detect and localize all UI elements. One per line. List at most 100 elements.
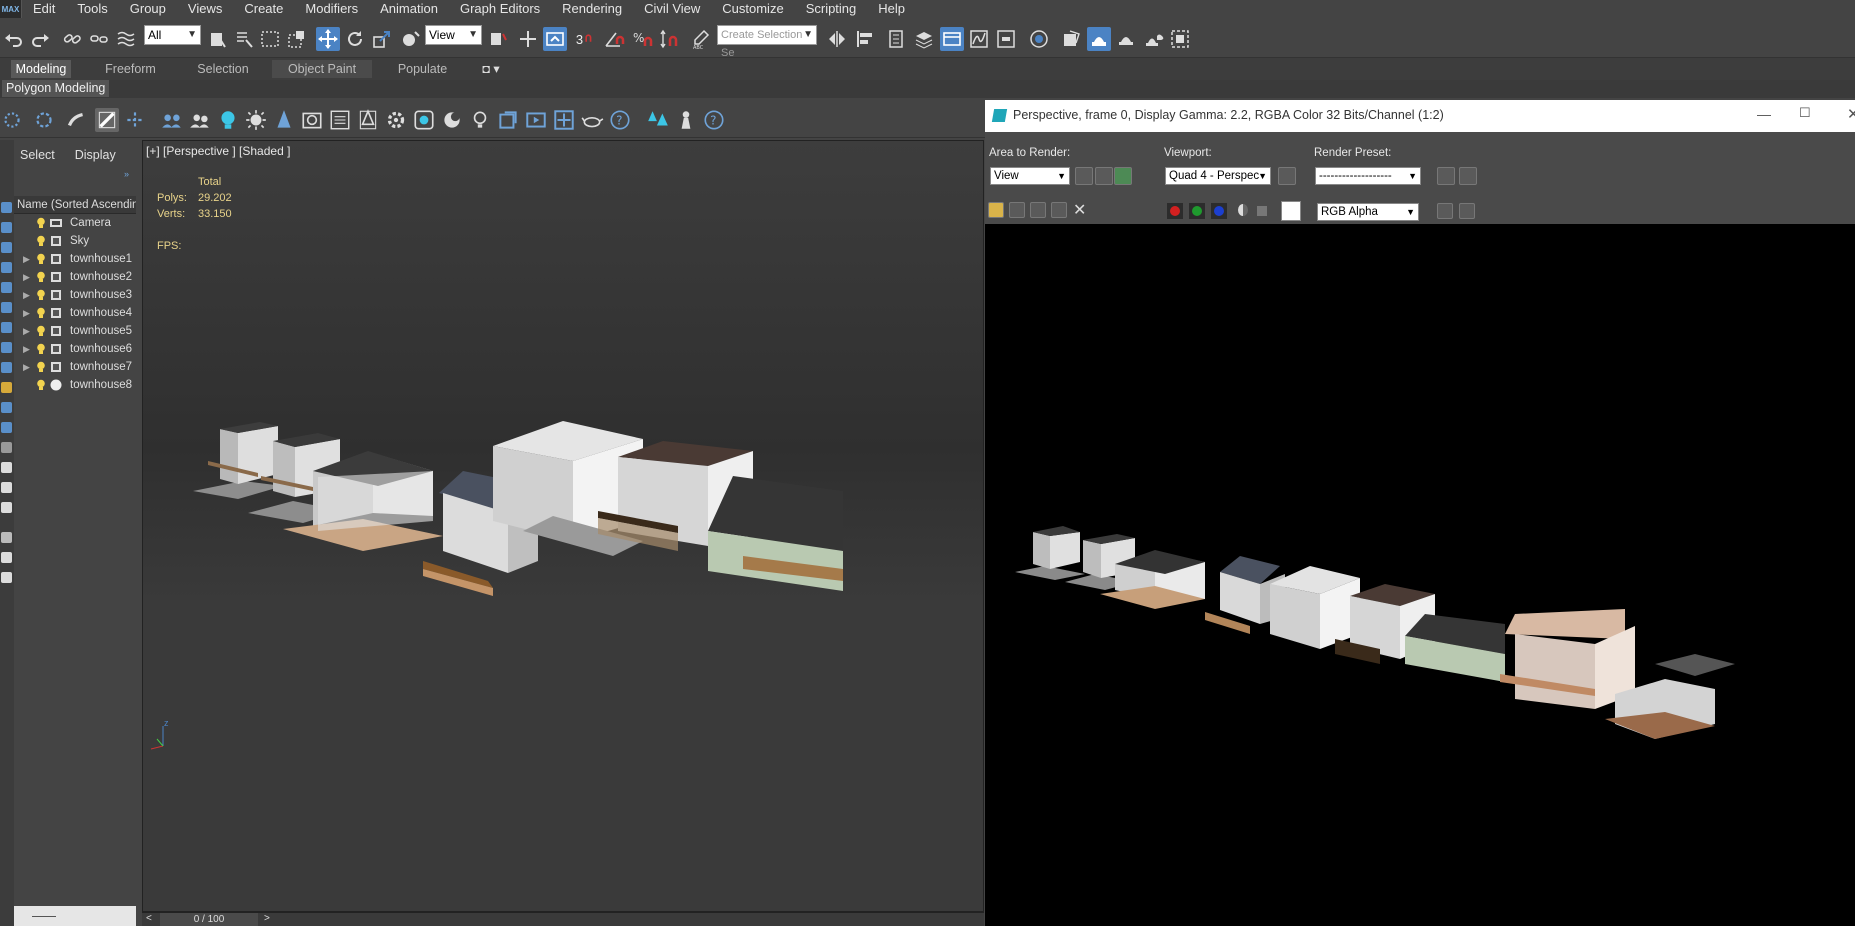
- expand-arrow-icon[interactable]: ▶: [23, 286, 30, 304]
- mirror-icon[interactable]: [825, 27, 849, 51]
- render-setup-button-icon[interactable]: [1437, 167, 1455, 185]
- time-slider-thumb[interactable]: 0 / 100: [160, 913, 258, 926]
- atmosphere-icon[interactable]: [440, 108, 464, 132]
- menu-civil-view[interactable]: Civil View: [633, 0, 711, 18]
- render-preset-select[interactable]: ------------------- ▼: [1315, 167, 1421, 185]
- rendered-frame-window-icon[interactable]: [1087, 27, 1111, 51]
- scene-item-sky[interactable]: Sky: [14, 232, 136, 250]
- alpha-channel-icon[interactable]: [1238, 204, 1248, 216]
- tab-display[interactable]: Display: [65, 148, 126, 162]
- sun-icon[interactable]: [244, 108, 268, 132]
- display-xrefs-icon[interactable]: [1, 362, 12, 373]
- visibility-bulb-icon[interactable]: [36, 325, 46, 337]
- move-icon[interactable]: [316, 27, 340, 51]
- select-by-name-icon[interactable]: [232, 27, 256, 51]
- time-next-button[interactable]: >: [264, 913, 270, 924]
- expand-arrow-icon[interactable]: ▶: [23, 358, 30, 376]
- viewport-frame-icon[interactable]: [496, 108, 520, 132]
- scale-icon[interactable]: [370, 27, 394, 51]
- edit-poly-icon[interactable]: [95, 108, 119, 132]
- visibility-bulb-icon[interactable]: [36, 235, 46, 247]
- expand-arrow-icon[interactable]: ▶: [23, 250, 30, 268]
- copy-image-icon[interactable]: [1009, 202, 1025, 218]
- spinner-snap-icon[interactable]: [658, 27, 682, 51]
- placement-icon[interactable]: [398, 27, 422, 51]
- light-bulb-icon[interactable]: [216, 108, 240, 132]
- populate-help-icon[interactable]: ?: [702, 108, 726, 132]
- select-similar-icon[interactable]: [32, 108, 56, 132]
- polygon-modeling-panel[interactable]: Polygon Modeling: [2, 80, 110, 97]
- expand-arrow-icon[interactable]: ▶: [23, 304, 30, 322]
- display-helpers-icon[interactable]: [1, 302, 12, 313]
- expand-arrow-icon[interactable]: ▶: [23, 340, 30, 358]
- snap-toggle-icon[interactable]: 3: [574, 27, 598, 51]
- visibility-bulb-icon[interactable]: [36, 253, 46, 265]
- tab-object-paint[interactable]: Object Paint: [272, 60, 372, 78]
- rotate-icon[interactable]: [343, 27, 367, 51]
- clone-window-icon[interactable]: [1030, 202, 1046, 218]
- menu-edit[interactable]: Edit: [22, 0, 66, 18]
- scene-item-camera[interactable]: Camera: [14, 214, 136, 232]
- bind-spacewarp-icon[interactable]: [114, 27, 138, 51]
- media-icon[interactable]: [412, 108, 436, 132]
- reference-coord-select[interactable]: View ▼: [425, 25, 482, 45]
- green-channel-toggle[interactable]: [1189, 203, 1205, 219]
- rectangular-selection-icon[interactable]: [258, 27, 282, 51]
- collapse-explorer-icon[interactable]: »: [124, 169, 129, 179]
- tab-freeform[interactable]: Freeform: [98, 60, 163, 78]
- scene-item-townhouse3[interactable]: ▶ townhouse3: [14, 286, 136, 304]
- minimize-icon[interactable]: —: [1757, 106, 1771, 122]
- scene-item-townhouse4[interactable]: ▶ townhouse4: [14, 304, 136, 322]
- foliage-icon[interactable]: [272, 108, 296, 132]
- paint-select-icon[interactable]: [64, 108, 88, 132]
- redo-icon[interactable]: [28, 27, 52, 51]
- display-containers-icon[interactable]: [1, 402, 12, 413]
- red-channel-toggle[interactable]: [1167, 203, 1183, 219]
- time-prev-button[interactable]: <: [146, 913, 152, 924]
- menu-group[interactable]: Group: [119, 0, 177, 18]
- display-frozen-icon[interactable]: [1, 422, 12, 433]
- menu-help[interactable]: Help: [867, 0, 916, 18]
- render-in-cloud-icon[interactable]: [1142, 27, 1166, 51]
- menu-create[interactable]: Create: [233, 0, 294, 18]
- render-setup-icon[interactable]: [1060, 27, 1084, 51]
- scene-item-townhouse1[interactable]: ▶ townhouse1: [14, 250, 136, 268]
- ribbon-options-icon[interactable]: ◘ ▾: [476, 60, 506, 78]
- display-geometry-icon[interactable]: [1, 222, 12, 233]
- close-icon[interactable]: ✕: [1847, 105, 1855, 123]
- expand-arrow-icon[interactable]: ▶: [23, 322, 30, 340]
- display-spacewarps-icon[interactable]: [1, 322, 12, 333]
- print-image-icon[interactable]: [1051, 202, 1067, 218]
- select-object-icon[interactable]: [205, 27, 229, 51]
- menu-modifiers[interactable]: Modifiers: [294, 0, 369, 18]
- crop-region-icon[interactable]: [552, 108, 576, 132]
- select-manipulate-icon[interactable]: [516, 27, 540, 51]
- crowd-delegate-icon[interactable]: [188, 108, 212, 132]
- scene-item-townhouse7[interactable]: ▶ townhouse7: [14, 358, 136, 376]
- gear-icon[interactable]: [384, 108, 408, 132]
- tab-select[interactable]: Select: [14, 148, 65, 162]
- align-icon[interactable]: [853, 27, 877, 51]
- populate-trees-icon[interactable]: [646, 108, 670, 132]
- undo-icon[interactable]: [2, 27, 26, 51]
- a360-gallery-icon[interactable]: [1168, 27, 1192, 51]
- viewport-select[interactable]: Quad 4 - Perspec ▼: [1165, 167, 1271, 185]
- menu-rendering[interactable]: Rendering: [551, 0, 633, 18]
- visibility-bulb-icon[interactable]: [36, 217, 46, 229]
- schematic-view-icon[interactable]: [994, 27, 1018, 51]
- display-bones-icon[interactable]: [1, 382, 12, 393]
- edit-region-icon[interactable]: [1075, 167, 1093, 185]
- help-icon[interactable]: ?: [608, 108, 632, 132]
- display-channel-select[interactable]: RGB Alpha ▼: [1317, 203, 1419, 221]
- menu-graph-editors[interactable]: Graph Editors: [449, 0, 551, 18]
- light-lister-icon[interactable]: [468, 108, 492, 132]
- monochrome-icon[interactable]: [1257, 206, 1267, 216]
- angle-snap-icon[interactable]: [602, 27, 626, 51]
- scene-item-townhouse8[interactable]: townhouse8: [14, 376, 136, 394]
- link-icon[interactable]: [60, 27, 84, 51]
- transform-gizmo-icon[interactable]: [123, 108, 147, 132]
- display-none-icon[interactable]: [1, 202, 12, 213]
- crowd-icon[interactable]: [160, 108, 184, 132]
- blue-channel-toggle[interactable]: [1211, 203, 1227, 219]
- region-select-icon[interactable]: [1114, 167, 1132, 185]
